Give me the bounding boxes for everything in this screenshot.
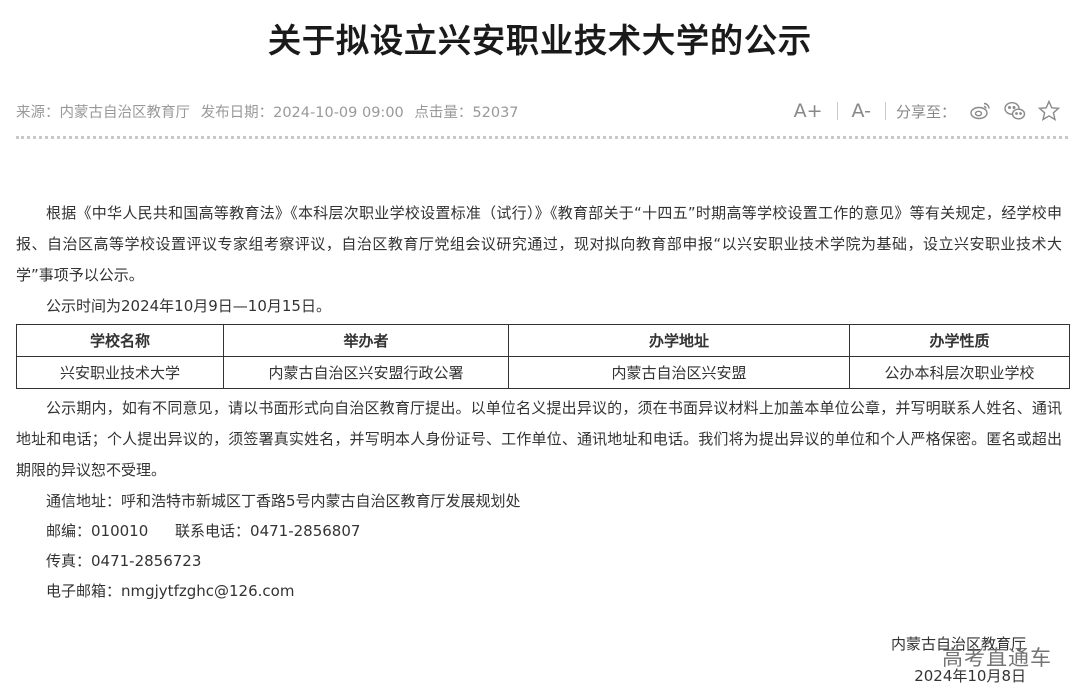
publish-date-text: 发布日期：2024-10-09 09:00 [200,105,404,121]
phone-text: 联系电话：0471-2856807 [175,522,361,540]
school-info-table: 学校名称 举办者 办学地址 办学性质 兴安职业技术大学 内蒙古自治区兴安盟行政公… [16,324,1070,389]
weibo-icon[interactable] [969,99,993,123]
star-icon[interactable] [1037,99,1061,123]
address-line: 通信地址：呼和浩特市新城区丁香路5号内蒙古自治区教育厅发展规划处 [46,492,521,510]
share-label: 分享至： [895,102,956,121]
postcode-text: 邮编：010010 [46,522,149,540]
page-title: 关于拟设立兴安职业技术大学的公示 [268,21,812,60]
hits-text: 点击量：52037 [414,105,519,121]
toolbar-divider [836,102,838,120]
period-paragraph: 公示时间为2024年10月9日—10月15日。 [46,297,331,315]
table-header: 举办者 [223,324,509,357]
table-header-row: 学校名称 举办者 办学地址 办学性质 [16,324,1070,357]
table-cell: 内蒙古自治区兴安盟 [508,356,850,389]
table-header: 办学性质 [849,324,1070,357]
intro-paragraph: 根据《中华人民共和国高等教育法》《本科层次职业学校设置标准（试行）》《教育部关于… [16,204,1062,284]
postcode-phone-line: 邮编：010010 联系电话：0471-2856807 [46,516,1062,546]
table-header: 办学地址 [508,324,850,357]
table-cell: 内蒙古自治区兴安盟行政公署 [223,356,509,389]
article-toolbar: A+ A- 分享至： [786,96,1066,126]
objection-paragraph: 公示期内，如有不同意见，请以书面形式向自治区教育厅提出。以单位名义提出异议的，须… [16,399,1062,479]
toolbar-divider [884,102,886,120]
table-header: 学校名称 [16,324,224,357]
font-increase-button[interactable]: A+ [794,100,823,122]
table-row: 兴安职业技术大学 内蒙古自治区兴安盟行政公署 内蒙古自治区兴安盟 公办本科层次职… [16,356,1070,389]
header-divider [16,136,1068,139]
font-decrease-button[interactable]: A- [852,100,871,122]
source-text: 来源：内蒙古自治区教育厅 [16,105,190,121]
fax-line: 传真：0471-2856723 [46,552,202,570]
watermark-text: 高考直通车 [942,646,1052,670]
table-cell: 兴安职业技术大学 [16,356,224,389]
table-cell: 公办本科层次职业学校 [849,356,1070,389]
article-meta: 来源：内蒙古自治区教育厅 发布日期：2024-10-09 09:00 点击量：5… [16,101,525,122]
wechat-icon[interactable] [1003,99,1027,123]
article-body: 根据《中华人民共和国高等教育法》《本科层次职业学校设置标准（试行）》《教育部关于… [16,198,1070,606]
email-line: 电子邮箱：nmgjytfzghc@126.com [46,582,295,600]
